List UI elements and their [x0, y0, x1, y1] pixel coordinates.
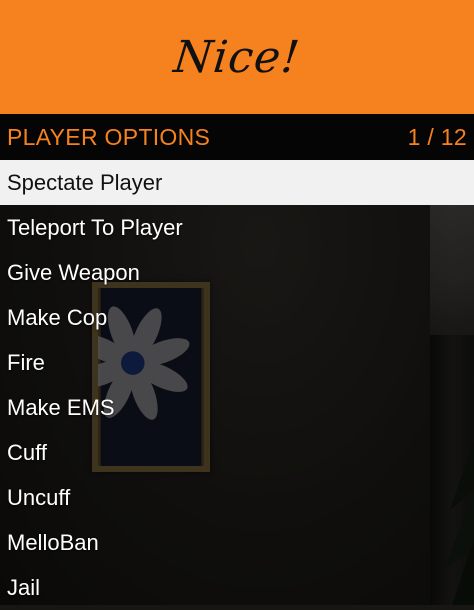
menu-item-fire[interactable]: Fire: [0, 340, 474, 385]
player-options-menu: Nice! PLAYER OPTIONS 1 / 12 Spectate Pla…: [0, 0, 474, 610]
menu-item-make-ems[interactable]: Make EMS: [0, 385, 474, 430]
menu-item-teleport-to-player[interactable]: Teleport To Player: [0, 205, 474, 250]
menu-item-spectate-player[interactable]: Spectate Player: [0, 160, 474, 205]
item-counter: 1 / 12: [407, 123, 467, 150]
menu-item-give-weapon[interactable]: Give Weapon: [0, 250, 474, 295]
menu-banner-title: Nice!: [171, 31, 303, 83]
submenu-title: PLAYER OPTIONS: [7, 123, 211, 150]
menu-subheader: PLAYER OPTIONS 1 / 12: [0, 114, 474, 160]
menu-item-jail[interactable]: Jail: [0, 565, 474, 610]
menu-item-uncuff[interactable]: Uncuff: [0, 475, 474, 520]
menu-items: Spectate Player Teleport To Player Give …: [0, 160, 474, 610]
menu-item-melloban[interactable]: MelloBan: [0, 520, 474, 565]
menu-item-cuff[interactable]: Cuff: [0, 430, 474, 475]
menu-banner: Nice!: [0, 0, 474, 114]
menu-item-make-cop[interactable]: Make Cop: [0, 295, 474, 340]
